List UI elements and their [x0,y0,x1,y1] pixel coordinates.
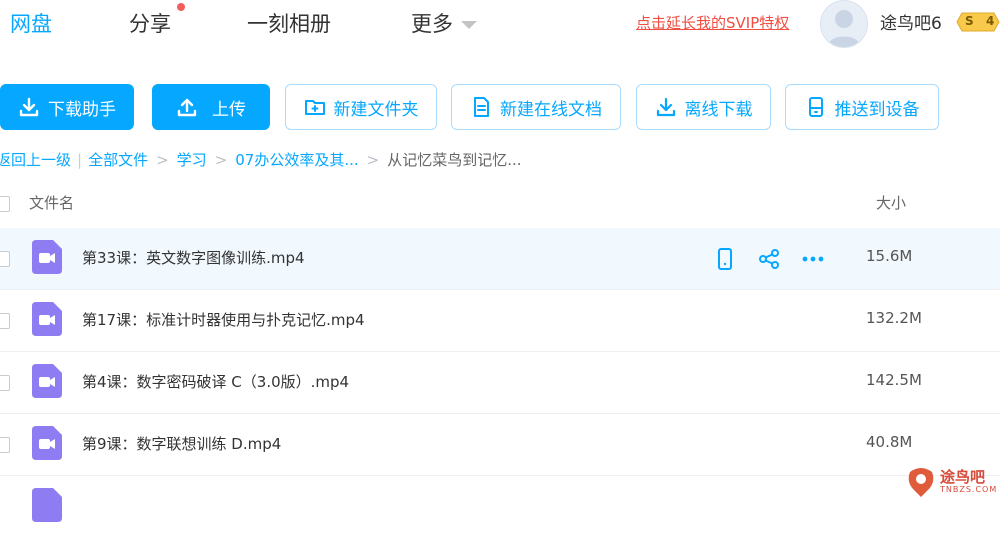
row-checkbox[interactable] [0,437,10,453]
watermark-domain: TNBZS.COM [940,485,998,494]
offline-download-icon [655,96,677,118]
breadcrumb: 返回上一级 | 全部文件 > 学习 >07办公效率及其... > 从记忆菜鸟到记忆... [0,149,522,170]
push-to-device-label: 推送到设备 [834,99,920,120]
new-folder-icon [304,96,326,118]
watermark-title: 途鸟吧 [940,468,986,486]
file-list-header: 文件名 大小 [0,186,1000,220]
tab-album[interactable]: 一刻相册 [247,8,331,38]
table-row[interactable]: 第33课：英文数字图像训练.mp4 15.6M [0,228,1000,290]
row-checkbox[interactable] [0,251,10,267]
tab-netdisk[interactable]: 网盘 [10,8,52,38]
column-header-size[interactable]: 大小 [876,192,906,213]
username[interactable]: 途鸟吧6 [880,9,942,34]
download-helper-label: 下载助手 [48,99,116,120]
row-checkbox[interactable] [0,313,10,329]
breadcrumb-divider: | [77,151,83,169]
chevron-down-icon [461,21,477,29]
video-file-icon [32,240,62,278]
breadcrumb-separator: > [214,151,228,169]
file-name[interactable]: 第33课：英文数字图像训练.mp4 [82,247,305,268]
select-all-checkbox[interactable] [0,196,10,212]
new-folder-label: 新建文件夹 [333,99,419,120]
tab-share[interactable]: 分享 [129,8,171,38]
table-row[interactable]: 第4课：数字密码破译 C（3.0版）.mp4 142.5M [0,352,1000,414]
file-name[interactable]: 第17课：标准计时器使用与扑克记忆.mp4 [82,309,365,330]
offline-download-label: 离线下载 [684,99,753,120]
table-row[interactable]: 第17课：标准计时器使用与扑克记忆.mp4 132.2M [0,290,1000,352]
top-nav: 网盘 分享 一刻相册 更多 点击延长我的SVIP特权 途鸟吧6 S 4 [0,0,1000,64]
column-header-name[interactable]: 文件名 [29,192,74,213]
video-file-icon [32,426,62,464]
upload-label: 上传 [212,99,246,120]
document-icon [470,96,492,118]
breadcrumb-separator: > [156,151,169,169]
upload-icon [176,96,198,118]
new-folder-button[interactable]: 新建文件夹 [285,84,437,130]
video-file-icon [32,302,62,340]
file-size: 142.5M [866,371,922,389]
device-icon [805,96,827,118]
file-name[interactable]: 第9课：数字联想训练 D.mp4 [82,433,281,454]
share-notification-dot [177,3,185,11]
vip-level: 4 [986,14,995,28]
breadcrumb-item-office[interactable]: 07办公效率及其... [235,151,358,169]
upload-button[interactable]: 上传 [152,84,270,130]
breadcrumb-item-current: 从记忆菜鸟到记忆... [387,151,522,169]
vip-badge: S 4 [956,12,1000,32]
table-row[interactable]: 第9课：数字联想训练 D.mp4 40.8M [0,414,1000,476]
svip-promo-link[interactable]: 点击延长我的SVIP特权 [636,12,789,33]
breadcrumb-back-link[interactable]: 返回上一级 [0,151,71,169]
vip-letter: S [965,14,974,28]
push-to-device-button[interactable]: 推送到设备 [785,84,939,130]
video-file-icon [32,488,62,526]
avatar[interactable] [820,0,868,48]
download-icon [18,96,40,118]
breadcrumb-separator: > [366,151,380,169]
more-icon[interactable] [801,247,825,271]
new-online-doc-button[interactable]: 新建在线文档 [451,84,621,130]
file-size: 40.8M [866,433,913,451]
breadcrumb-item-study[interactable]: 学习 [177,151,207,169]
file-size: 15.6M [866,247,913,265]
table-row[interactable] [0,476,1000,537]
breadcrumb-item-all-files[interactable]: 全部文件 [88,151,148,169]
new-online-doc-label: 新建在线文档 [500,99,602,120]
tab-more[interactable]: 更多 [411,8,477,38]
tab-more-label: 更多 [411,12,453,36]
download-helper-button[interactable]: 下载助手 [0,84,134,130]
share-icon[interactable] [757,247,781,271]
phone-icon[interactable] [713,247,737,271]
offline-download-button[interactable]: 离线下载 [636,84,771,130]
file-name[interactable]: 第4课：数字密码破译 C（3.0版）.mp4 [82,371,349,392]
row-checkbox[interactable] [0,375,10,391]
video-file-icon [32,364,62,402]
file-size: 132.2M [866,309,922,327]
watermark-logo: 途鸟吧 TNBZS.COM [906,466,998,498]
